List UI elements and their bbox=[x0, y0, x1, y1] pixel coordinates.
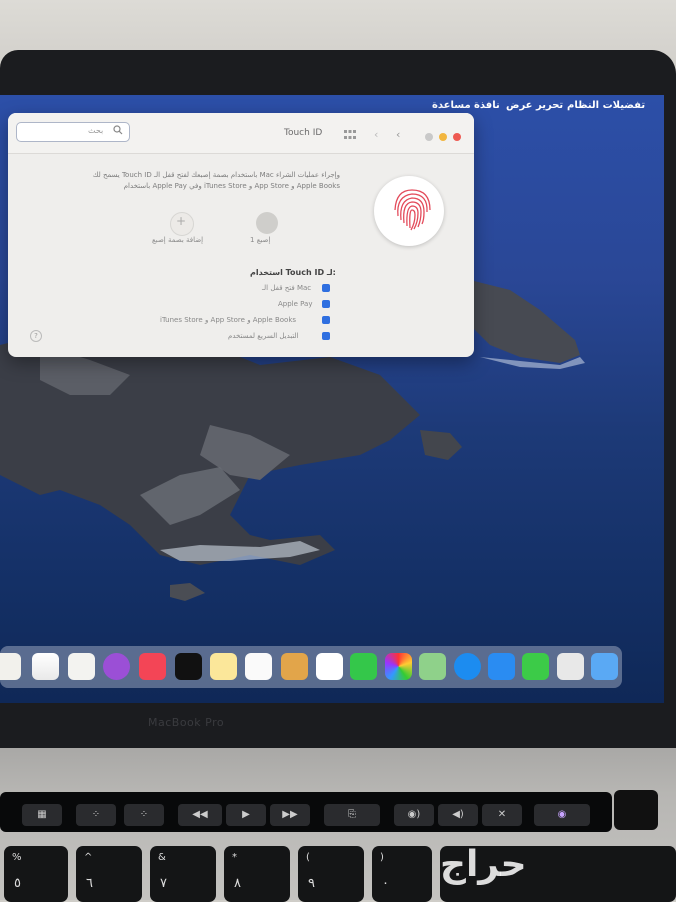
checkbox-stores[interactable] bbox=[322, 316, 330, 324]
touchbar-brightness-down-key[interactable]: ⁘ bbox=[76, 804, 116, 826]
menu-help[interactable]: مساعدة bbox=[432, 100, 471, 111]
key-0-symbol: ) bbox=[380, 852, 384, 863]
touchbar-volume-down-key[interactable]: ◀) bbox=[438, 804, 478, 826]
touchbar-volume-up-key[interactable]: ◉) bbox=[394, 804, 434, 826]
touchbar-rewind-key[interactable]: ◀◀ bbox=[178, 804, 222, 826]
option-apple-pay: Apple Pay bbox=[278, 300, 313, 308]
touchbar-siri-key[interactable]: ◉ bbox=[534, 804, 590, 826]
key-8-symbol: * bbox=[232, 852, 237, 863]
dock-numbers-icon[interactable] bbox=[32, 653, 59, 680]
dock-facetime-icon[interactable] bbox=[350, 653, 377, 680]
dock-calendar-icon[interactable] bbox=[316, 653, 343, 680]
option-fast-user-switching: التبديل السريع لمستخدم bbox=[228, 332, 299, 340]
forward-arrow-icon[interactable]: ‹ bbox=[374, 128, 378, 141]
fingerprint-icon bbox=[394, 189, 431, 231]
key-7-symbol: & bbox=[158, 852, 166, 863]
haraj-watermark: حراج bbox=[440, 844, 527, 885]
dock-photos-icon[interactable] bbox=[385, 653, 412, 680]
key-7-arabic: ٧ bbox=[160, 876, 167, 891]
dock-finder-icon[interactable] bbox=[591, 653, 618, 680]
key-9-arabic: ٩ bbox=[308, 876, 315, 891]
touchbar-screenshot-key[interactable]: ⎘ bbox=[324, 804, 380, 826]
key-0[interactable]: ) ٠ bbox=[372, 846, 432, 902]
checkbox-apple-pay[interactable] bbox=[322, 300, 330, 308]
menu-edit[interactable]: تحرير bbox=[536, 100, 563, 111]
key-7[interactable]: & ٧ bbox=[150, 846, 216, 902]
key-8-arabic: ٨ bbox=[234, 876, 241, 891]
help-button[interactable]: ? bbox=[30, 330, 42, 342]
key-6[interactable]: ^ ٦ bbox=[76, 846, 142, 902]
dock-messages-icon[interactable] bbox=[522, 653, 549, 680]
checkbox-unlock-mac[interactable] bbox=[322, 284, 330, 292]
key-8[interactable]: * ٨ bbox=[224, 846, 290, 902]
description-line-2: باستخدام Apple Pay وفي iTunes Store و Ap… bbox=[123, 182, 340, 190]
dock-maps-icon[interactable] bbox=[419, 653, 446, 680]
window-title: Touch ID bbox=[284, 128, 323, 138]
dock-notes-icon[interactable] bbox=[210, 653, 237, 680]
touchbar-brightness-up-key[interactable]: ⁘ bbox=[124, 804, 164, 826]
touch-id-sensor-key[interactable] bbox=[614, 790, 658, 830]
touchbar-fast-forward-key[interactable]: ▶▶ bbox=[270, 804, 310, 826]
key-5-symbol: % bbox=[12, 852, 22, 863]
key-5-arabic: ٥ bbox=[14, 876, 21, 891]
touchbar-mute-key[interactable]: ✕ bbox=[482, 804, 522, 826]
description-line-1: يسمح لك Touch ID باستخدام بصمة إصبعك لفت… bbox=[92, 171, 340, 179]
show-all-grid-icon[interactable] bbox=[344, 130, 356, 140]
dock-apple-tv-icon[interactable] bbox=[175, 653, 202, 680]
touchbar-play-key[interactable]: ▶ bbox=[226, 804, 266, 826]
search-icon bbox=[113, 125, 123, 135]
dock-safari-icon[interactable] bbox=[454, 653, 481, 680]
zoom-button[interactable] bbox=[425, 133, 433, 141]
touchbar-mission-control-key[interactable]: ▦ bbox=[22, 804, 62, 826]
option-stores: iTunes Store و App Store و Apple Books bbox=[160, 316, 297, 324]
checkbox-fast-user-switching[interactable] bbox=[322, 332, 330, 340]
dock-textedit-icon[interactable] bbox=[0, 653, 21, 680]
dock-mail-icon[interactable] bbox=[488, 653, 515, 680]
touch-id-description: يسمح لك Touch ID باستخدام بصمة إصبعك لفت… bbox=[64, 170, 340, 192]
menu-system-preferences[interactable]: تفضيلات النظام bbox=[567, 100, 645, 111]
key-5[interactable]: % ٥ bbox=[4, 846, 68, 902]
bezel-model-label: MacBook Pro bbox=[148, 716, 225, 729]
dock-preview-icon[interactable] bbox=[68, 653, 95, 680]
menu-view[interactable]: عرض bbox=[506, 100, 533, 111]
minimize-button[interactable] bbox=[439, 133, 447, 141]
plus-icon: + bbox=[176, 214, 187, 228]
fingerprint-1-label: إصبع 1 bbox=[250, 236, 271, 244]
key-6-symbol: ^ bbox=[84, 852, 93, 863]
use-touch-id-heading: استخدام Touch ID لـ: bbox=[250, 268, 336, 277]
close-button[interactable] bbox=[453, 133, 461, 141]
key-0-arabic: ٠ bbox=[382, 876, 389, 891]
dock-reminders-icon[interactable] bbox=[245, 653, 272, 680]
back-arrow-icon[interactable]: ‹ bbox=[396, 128, 400, 141]
dock-launchpad-icon[interactable] bbox=[557, 653, 584, 680]
dock-podcasts-icon[interactable] bbox=[103, 653, 130, 680]
key-6-arabic: ٦ bbox=[86, 876, 93, 891]
option-unlock-mac: فتح قفل الـ Mac bbox=[262, 284, 312, 292]
dock-contacts-icon[interactable] bbox=[281, 653, 308, 680]
key-9[interactable]: (٩ bbox=[298, 846, 364, 902]
menu-window[interactable]: نافذة bbox=[474, 100, 500, 111]
add-fingerprint-label: إضافة بصمة إصبع bbox=[152, 236, 204, 244]
search-placeholder: بحث bbox=[88, 126, 104, 135]
key-9-symbol: ( bbox=[306, 852, 310, 863]
fingerprint-1-thumbnail[interactable] bbox=[256, 212, 278, 234]
dock-music-icon[interactable] bbox=[139, 653, 166, 680]
